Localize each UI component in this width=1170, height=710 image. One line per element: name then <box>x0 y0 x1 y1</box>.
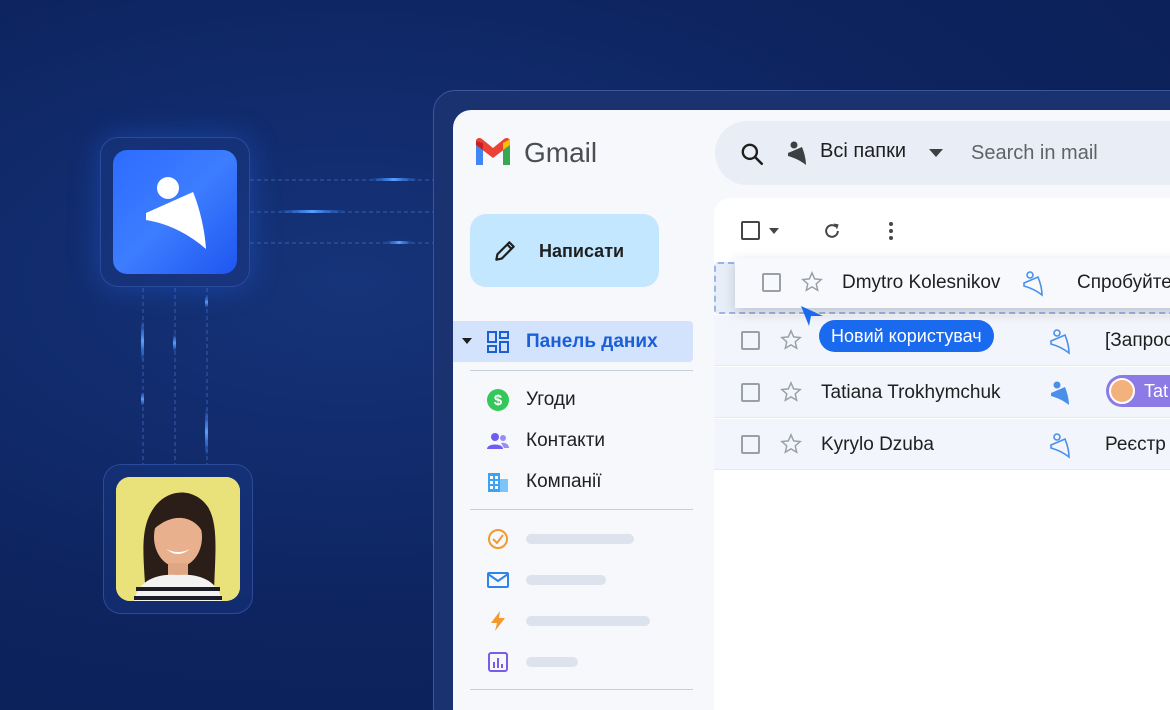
app-logo-tile <box>113 150 237 274</box>
megaphone-outline-icon[interactable] <box>1021 269 1047 297</box>
star-icon[interactable] <box>780 381 802 403</box>
chip-avatar <box>1109 378 1135 404</box>
megaphone-outline-icon[interactable] <box>1048 327 1074 355</box>
megaphone-filled-icon[interactable] <box>1048 379 1074 407</box>
user-avatar <box>116 477 240 601</box>
gmail-logo-icon <box>476 137 510 165</box>
row-sender: Dmytro Kolesnikov <box>842 272 1001 293</box>
contact-chip[interactable]: Tat <box>1106 375 1170 407</box>
person-photo <box>116 477 240 601</box>
skeleton-label <box>526 575 606 585</box>
skeleton-label <box>526 534 634 544</box>
search-input[interactable] <box>971 137 1170 169</box>
megaphone-outline-icon[interactable] <box>1048 431 1074 459</box>
nav-label-deals: Угоди <box>526 389 576 410</box>
gmail-window: Gmail Всі папки Написати <box>453 110 1170 710</box>
cursor-pointer-icon <box>801 306 823 326</box>
lightning-icon <box>491 611 505 631</box>
mail-row[interactable]: Tatiana Trokhymchuk <box>714 367 1170 418</box>
row-sender: Kyrylo Dzuba <box>821 434 934 455</box>
compose-label: Написати <box>539 241 625 261</box>
row-subject: Спробуйте <box>1077 272 1170 293</box>
select-all-checkbox[interactable] <box>741 221 760 240</box>
row-checkbox[interactable] <box>762 273 781 292</box>
chart-icon <box>488 652 508 672</box>
mail-icon <box>487 572 509 588</box>
mail-row[interactable]: Kyrylo Dzuba Реєстр <box>714 419 1170 470</box>
nav-label-contacts: Контакти <box>526 430 606 451</box>
new-user-tooltip: Новий користувач <box>819 320 994 352</box>
divider <box>470 689 693 690</box>
folder-selector-label[interactable]: Всі папки <box>820 140 906 163</box>
skeleton-label <box>526 616 650 626</box>
gmail-title: Gmail <box>524 137 598 168</box>
skeleton-label <box>526 657 578 667</box>
caret-down-icon[interactable] <box>462 338 472 344</box>
check-circle-icon <box>488 529 508 549</box>
dollar-icon: $ <box>487 389 509 411</box>
pencil-icon <box>495 241 515 261</box>
contacts-icon <box>487 433 509 449</box>
dashboard-icon <box>487 331 509 353</box>
row-subject: Реєстр <box>1105 434 1166 455</box>
megaphone-logo-icon <box>146 177 206 249</box>
row-subject: [Запрос <box>1105 330 1170 351</box>
row-checkbox[interactable] <box>741 383 760 402</box>
refresh-icon[interactable] <box>822 221 842 241</box>
star-icon[interactable] <box>780 433 802 455</box>
megaphone-brand-icon <box>788 141 806 165</box>
star-icon[interactable] <box>801 271 823 293</box>
row-checkbox[interactable] <box>741 331 760 350</box>
building-icon <box>488 473 508 492</box>
search-icon[interactable] <box>739 141 765 167</box>
row-sender: Tatiana Trokhymchuk <box>821 382 1001 403</box>
row-checkbox[interactable] <box>741 435 760 454</box>
divider <box>470 370 693 371</box>
nav-label-dashboard: Панель даних <box>526 331 658 352</box>
chevron-down-icon[interactable] <box>769 228 779 234</box>
compose-button[interactable]: Написати <box>470 214 659 287</box>
divider <box>470 509 693 510</box>
star-icon[interactable] <box>780 329 802 351</box>
chip-label: Tat <box>1144 381 1169 401</box>
svg-text:$: $ <box>494 392 503 409</box>
dragged-mail-row[interactable]: Dmytro Kolesnikov Спробуйте <box>735 258 1170 308</box>
search-bar[interactable]: Всі папки <box>715 121 1170 185</box>
more-vert-icon[interactable] <box>887 221 895 241</box>
nav-label-companies: Компанії <box>526 471 602 492</box>
chevron-down-icon[interactable] <box>929 149 943 157</box>
